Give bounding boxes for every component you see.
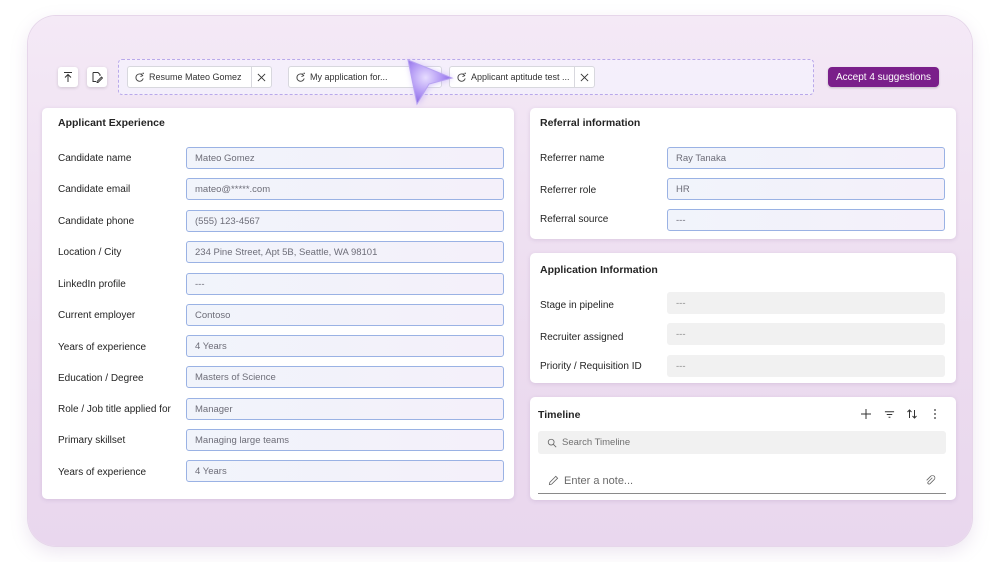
field-label: Candidate phone	[58, 216, 135, 227]
edit-document-icon	[92, 72, 103, 83]
sort-icon[interactable]	[905, 407, 919, 421]
field-label: Candidate email	[58, 184, 131, 195]
stage-in-pipeline-field[interactable]: ---	[667, 292, 945, 314]
more-options-icon[interactable]	[928, 407, 942, 421]
card-title: Timeline	[538, 409, 581, 421]
field-label: Referral source	[540, 214, 609, 225]
field-label: Recruiter assigned	[540, 332, 624, 343]
location-field[interactable]: 234 Pine Street, Apt 5B, Seattle, WA 981…	[186, 241, 504, 263]
filter-icon[interactable]	[882, 407, 896, 421]
enter-note-input[interactable]: Enter a note...	[538, 468, 946, 494]
edit-document-button[interactable]	[87, 67, 107, 87]
search-timeline-input[interactable]: Search Timeline	[538, 431, 946, 454]
candidate-email-field[interactable]: mateo@*****.com	[186, 178, 504, 200]
candidate-phone-field[interactable]: (555) 123-4567	[186, 210, 504, 232]
search-placeholder: Search Timeline	[562, 437, 631, 448]
primary-skillset-field[interactable]: Managing large teams	[186, 429, 504, 451]
priority-requisition-field[interactable]: ---	[667, 355, 945, 377]
field-label: Current employer	[58, 310, 136, 321]
field-label: Role / Job title applied for	[58, 404, 171, 415]
field-label: Years of experience	[58, 342, 147, 353]
attach-icon[interactable]	[925, 475, 936, 486]
accept-suggestions-button[interactable]: Accept 4 suggestions	[828, 67, 939, 87]
suggestion-chip-label: Applicant aptitude test ...	[471, 72, 570, 82]
years-experience-field[interactable]: 4 Years	[186, 335, 504, 357]
current-employer-field[interactable]: Contoso	[186, 304, 504, 326]
upload-button[interactable]	[58, 67, 78, 87]
field-label: Location / City	[58, 247, 122, 258]
linkedin-field[interactable]: ---	[186, 273, 504, 295]
field-label: Stage in pipeline	[540, 300, 614, 311]
field-label: Years of experience	[58, 467, 147, 478]
close-icon[interactable]	[574, 67, 594, 87]
field-label: Referrer role	[540, 185, 597, 196]
refresh-spark-icon	[134, 72, 145, 83]
suggestion-chip-aptitude[interactable]: Applicant aptitude test ...	[449, 66, 595, 88]
field-label: Education / Degree	[58, 373, 144, 384]
recruiter-assigned-field[interactable]: ---	[667, 323, 945, 345]
referrer-name-field[interactable]: Ray Tanaka	[667, 147, 945, 169]
cursor-pointer-icon	[407, 59, 454, 106]
candidate-name-field[interactable]: Mateo Gomez	[186, 147, 504, 169]
field-label: Primary skillset	[58, 435, 126, 446]
close-icon[interactable]	[251, 67, 271, 87]
referrer-role-field[interactable]: HR	[667, 178, 945, 200]
note-placeholder: Enter a note...	[564, 474, 634, 487]
education-field[interactable]: Masters of Science	[186, 366, 504, 388]
field-label: LinkedIn profile	[58, 279, 126, 290]
suggestion-chip-resume[interactable]: Resume Mateo Gomez	[127, 66, 272, 88]
field-label: Candidate name	[58, 153, 132, 164]
field-label: Priority / Requisition ID	[540, 361, 642, 372]
card-title: Referral information	[540, 117, 641, 129]
card-title: Applicant Experience	[58, 117, 165, 129]
years-experience-field-2[interactable]: 4 Years	[186, 460, 504, 482]
refresh-spark-icon	[295, 72, 306, 83]
role-applied-field[interactable]: Manager	[186, 398, 504, 420]
upload-icon	[64, 72, 72, 82]
field-label: Referrer name	[540, 153, 605, 164]
add-icon[interactable]	[859, 407, 873, 421]
card-title: Application Information	[540, 264, 658, 276]
referral-source-field[interactable]: ---	[667, 209, 945, 231]
pencil-icon	[548, 475, 559, 486]
search-icon	[547, 438, 557, 447]
suggestion-chip-label: Resume Mateo Gomez	[149, 72, 242, 82]
